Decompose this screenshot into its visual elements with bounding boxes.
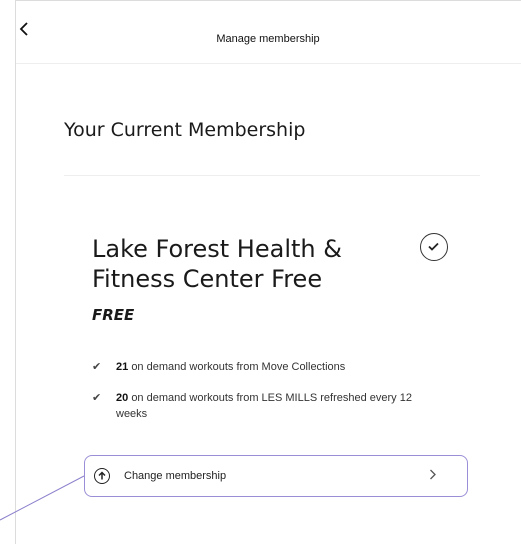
feature-count: 20 — [116, 392, 129, 404]
header-divider — [16, 63, 521, 64]
feature-text: 21 on demand workouts from Move Collecti… — [116, 359, 345, 375]
plan-name: Lake Forest Health & Fitness Center Free — [92, 235, 342, 293]
feature-description: on demand workouts from Move Collections — [131, 361, 346, 373]
section-divider — [64, 175, 480, 176]
feature-text: 20 on demand workouts from LES MILLS ref… — [116, 390, 442, 422]
feature-count: 21 — [116, 361, 129, 373]
checkmark-icon: ✔ — [92, 361, 102, 373]
change-membership-label: Change membership — [124, 470, 227, 482]
change-membership-button[interactable]: Change membership — [84, 455, 468, 497]
chevron-right-icon — [423, 469, 441, 483]
arrow-up-circle-icon — [94, 468, 110, 484]
check-circle-icon — [420, 233, 448, 261]
plan-price: FREE — [92, 306, 135, 324]
section-title: Your Current Membership — [64, 119, 306, 141]
page-title: Manage membership — [216, 33, 320, 45]
feature-item: ✔ 20 on demand workouts from LES MILLS r… — [92, 390, 442, 422]
checkmark-icon: ✔ — [92, 392, 102, 404]
feature-description: on demand workouts from LES MILLS refres… — [116, 392, 412, 420]
feature-item: ✔ 21 on demand workouts from Move Collec… — [92, 359, 442, 375]
